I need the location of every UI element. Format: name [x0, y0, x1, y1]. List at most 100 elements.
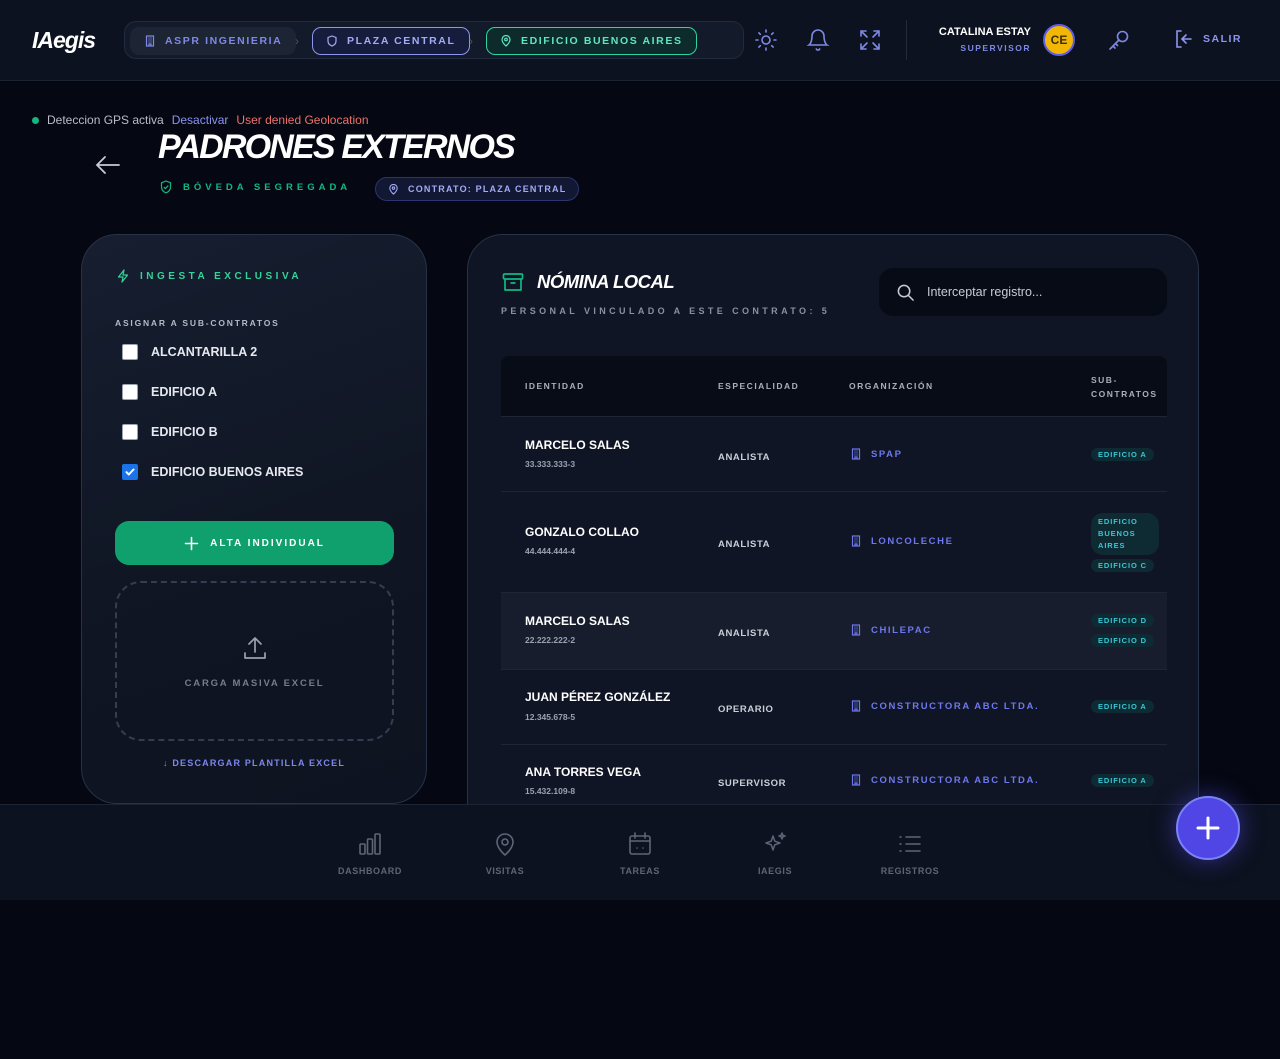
vault-label-text: BÓVEDA SEGREGADA [183, 181, 352, 193]
building-icon [851, 700, 861, 712]
nav-tareas-label: TAREAS [620, 866, 660, 876]
person-name: MARCELO SALAS [525, 614, 630, 628]
building-icon [851, 774, 861, 786]
chevron-right-icon: › [469, 34, 473, 48]
organization-label: SPAP [871, 448, 903, 460]
column-header-subcontracts[interactable]: SUB- CONTRATOS [1091, 373, 1158, 401]
building-icon [851, 535, 861, 547]
column-header-specialty[interactable]: ESPECIALIDAD [718, 381, 799, 391]
upload-icon [243, 636, 266, 659]
excel-upload-dropzone[interactable]: CARGA MASIVA EXCEL [115, 581, 394, 741]
person-specialty: SUPERVISOR [718, 778, 787, 789]
breadcrumb-site[interactable]: EDIFICIO BUENOS AIRES [486, 27, 697, 55]
breadcrumb-company[interactable]: ASPR INGENIERIA [130, 27, 297, 55]
checkbox[interactable] [122, 424, 138, 440]
subcontract-tag: EDIFICIO A [1091, 774, 1154, 787]
nav-iaegis[interactable]: IAEGIS [720, 831, 830, 876]
back-arrow-icon[interactable] [94, 152, 122, 178]
checkbox-checked[interactable] [122, 464, 138, 480]
top-bar: IAegis ASPR INGENIERIA › PLAZA CENTRAL ›… [0, 0, 1280, 81]
user-role: SUPERVISOR [960, 43, 1031, 53]
subcontract-option[interactable]: ALCANTARILLA 2 [122, 344, 257, 360]
plus-icon [184, 536, 199, 550]
subcontract-option[interactable]: EDIFICIO B [122, 424, 218, 440]
roster-title: NÓMINA LOCAL [537, 271, 675, 292]
contract-badge: CONTRATO: PLAZA CENTRAL [375, 177, 580, 201]
bar-chart-icon [359, 833, 381, 855]
subcontract-tags: EDIFICIO D EDIFICIO D [1091, 614, 1155, 647]
ingest-panel: INGESTA EXCLUSIVA ASIGNAR A SUB-CONTRATO… [81, 234, 427, 804]
lightning-icon [117, 269, 129, 283]
person-organization[interactable]: CONSTRUCTORA ABC LTDA. [850, 700, 1039, 712]
shield-icon [327, 35, 337, 47]
organization-label: CONSTRUCTORA ABC LTDA. [871, 700, 1040, 712]
building-icon [851, 624, 861, 636]
dropzone-label: CARGA MASIVA EXCEL [184, 677, 325, 689]
subcontract-option[interactable]: EDIFICIO BUENOS AIRES [122, 464, 303, 480]
checkbox[interactable] [122, 344, 138, 360]
person-specialty: ANALISTA [718, 539, 771, 550]
app-logo[interactable]: IAegis [32, 27, 96, 54]
logout-icon [1176, 30, 1192, 48]
subcontract-tags: EDIFICIO A [1091, 448, 1154, 461]
ingest-title-text: INGESTA EXCLUSIVA [140, 270, 303, 282]
person-rut: 33.333.333-3 [525, 459, 576, 469]
search-input[interactable] [927, 285, 1147, 299]
person-specialty: ANALISTA [718, 628, 771, 639]
column-header-identity[interactable]: IDENTIDAD [525, 381, 585, 391]
nav-registros-label: REGISTROS [880, 866, 940, 876]
table-row[interactable]: JUAN PÉREZ GONZÁLEZ 12.345.678-5 OPERARI… [501, 669, 1167, 744]
checkbox[interactable] [122, 384, 138, 400]
fullscreen-icon[interactable] [858, 28, 882, 52]
organization-label: CHILEPAC [871, 624, 932, 636]
person-organization[interactable]: CONSTRUCTORA ABC LTDA. [850, 774, 1039, 786]
add-fab-button[interactable] [1176, 796, 1240, 860]
subcontract-option-label: ALCANTARILLA 2 [151, 345, 258, 359]
table-row[interactable]: MARCELO SALAS 33.333.333-3 ANALISTA SPAP… [501, 416, 1167, 491]
sun-icon[interactable] [754, 28, 778, 52]
person-rut: 44.444.444-4 [525, 546, 576, 556]
breadcrumb-site-label: EDIFICIO BUENOS AIRES [521, 35, 683, 47]
shield-check-icon [160, 180, 172, 194]
person-organization[interactable]: LONCOLECHE [850, 535, 954, 547]
avatar[interactable]: CE [1043, 24, 1075, 56]
breadcrumb-company-label: ASPR INGENIERIA [165, 35, 283, 47]
breadcrumb-contract[interactable]: PLAZA CENTRAL [312, 27, 470, 55]
map-pin-icon [389, 183, 398, 195]
subcontract-option[interactable]: EDIFICIO A [122, 384, 217, 400]
table-row[interactable]: MARCELO SALAS 22.222.222-2 ANALISTA CHIL… [501, 592, 1167, 669]
sparkles-icon [765, 832, 786, 851]
ingest-title: INGESTA EXCLUSIVA [116, 269, 302, 283]
key-icon[interactable] [1107, 28, 1131, 52]
person-organization[interactable]: SPAP [850, 448, 903, 460]
roster-subtitle: PERSONAL VINCULADO A ESTE CONTRATO: 5 [501, 306, 831, 316]
table-row[interactable]: GONZALO COLLAO 44.444.444-4 ANALISTA LON… [501, 491, 1167, 592]
building-icon [851, 448, 861, 460]
nav-visitas[interactable]: VISITAS [450, 831, 560, 876]
bell-icon[interactable] [806, 28, 830, 52]
column-header-organization[interactable]: ORGANIZACIÓN [849, 381, 934, 391]
subcontract-tag: EDIFICIO BUENOS AIRES [1091, 513, 1159, 555]
organization-label: LONCOLECHE [871, 535, 954, 547]
person-rut: 22.222.222-2 [525, 635, 576, 645]
status-dot [32, 116, 39, 124]
logout-button[interactable]: SALIR [1173, 28, 1242, 50]
search-icon [897, 284, 914, 301]
gps-error-message: User denied Geolocation [236, 113, 369, 127]
checkmark-icon [125, 468, 135, 476]
nav-dashboard[interactable]: DASHBOARD [315, 831, 425, 876]
nav-registros[interactable]: REGISTROS [855, 831, 965, 876]
gps-status: Deteccion GPS activa Desactivar User den… [32, 113, 369, 127]
add-individual-button[interactable]: ALTA INDIVIDUAL [115, 521, 394, 565]
person-name: ANA TORRES VEGA [525, 765, 642, 779]
contract-badge-label: CONTRATO: PLAZA CENTRAL [408, 184, 567, 194]
person-organization[interactable]: CHILEPAC [850, 624, 932, 636]
person-specialty: OPERARIO [718, 704, 774, 715]
person-name: JUAN PÉREZ GONZÁLEZ [525, 690, 671, 704]
organization-label: CONSTRUCTORA ABC LTDA. [871, 774, 1040, 786]
gps-deactivate-link[interactable]: Desactivar [172, 113, 229, 127]
download-template-link[interactable]: ↓ DESCARGAR PLANTILLA EXCEL [82, 758, 426, 768]
roster-panel: NÓMINA LOCAL PERSONAL VINCULADO A ESTE C… [467, 234, 1199, 854]
nav-tareas[interactable]: TAREAS [585, 831, 695, 876]
add-individual-label: ALTA INDIVIDUAL [210, 537, 325, 549]
